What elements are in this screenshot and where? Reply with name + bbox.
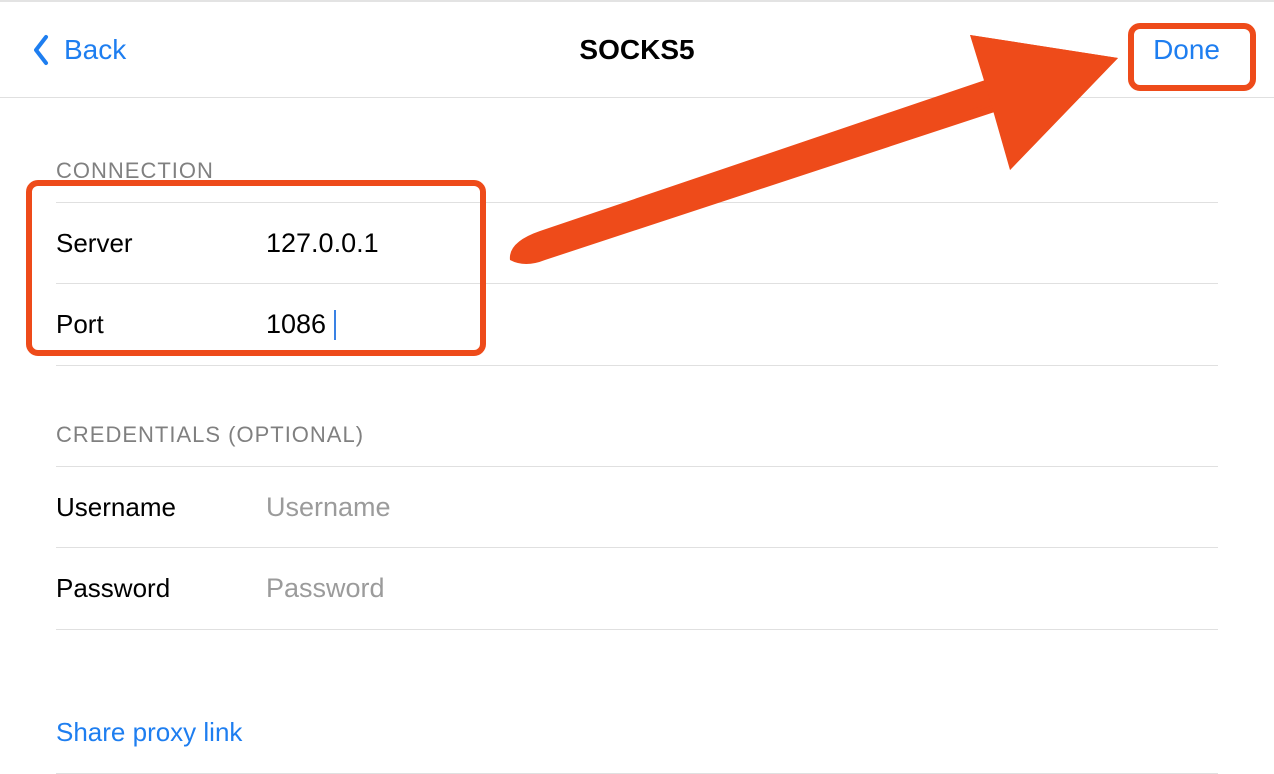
row-server[interactable]: Server (56, 202, 1218, 284)
content: CONNECTION Server Port CREDENTIALS (OPTI… (0, 98, 1274, 774)
navbar: Back SOCKS5 Done (0, 2, 1274, 98)
server-input[interactable] (266, 228, 1218, 259)
back-label: Back (64, 34, 126, 66)
server-label: Server (56, 228, 266, 259)
share-row[interactable]: Share proxy link (56, 692, 1218, 774)
done-button[interactable]: Done (1131, 28, 1242, 72)
username-label: Username (56, 492, 266, 523)
port-label: Port (56, 309, 266, 340)
password-input[interactable] (266, 573, 1218, 604)
back-button[interactable]: Back (32, 34, 126, 66)
password-label: Password (56, 573, 266, 604)
chevron-left-icon (32, 34, 50, 66)
page-title: SOCKS5 (0, 34, 1274, 66)
section-header-credentials: CREDENTIALS (OPTIONAL) (56, 366, 1218, 466)
row-password[interactable]: Password (56, 548, 1218, 630)
share-proxy-link[interactable]: Share proxy link (56, 717, 242, 748)
section-header-connection: CONNECTION (56, 98, 1218, 202)
row-username[interactable]: Username (56, 466, 1218, 548)
row-port[interactable]: Port (56, 284, 1218, 366)
port-input[interactable] (266, 309, 336, 340)
text-cursor (334, 310, 336, 340)
username-input[interactable] (266, 492, 1218, 523)
